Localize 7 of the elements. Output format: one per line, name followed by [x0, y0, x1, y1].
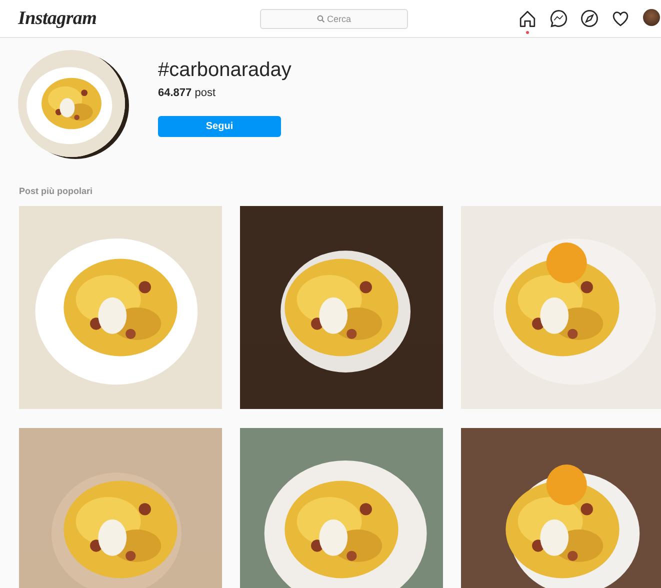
section-title: Post più popolari — [19, 186, 94, 196]
search-icon — [317, 14, 325, 22]
home-button[interactable] — [518, 9, 537, 35]
post-count: 64.877 post — [158, 87, 217, 99]
search-field[interactable]: Cerca — [260, 8, 408, 28]
logo[interactable]: Instagram — [18, 8, 260, 30]
hashtag-title: #carbonaraday — [158, 58, 292, 82]
